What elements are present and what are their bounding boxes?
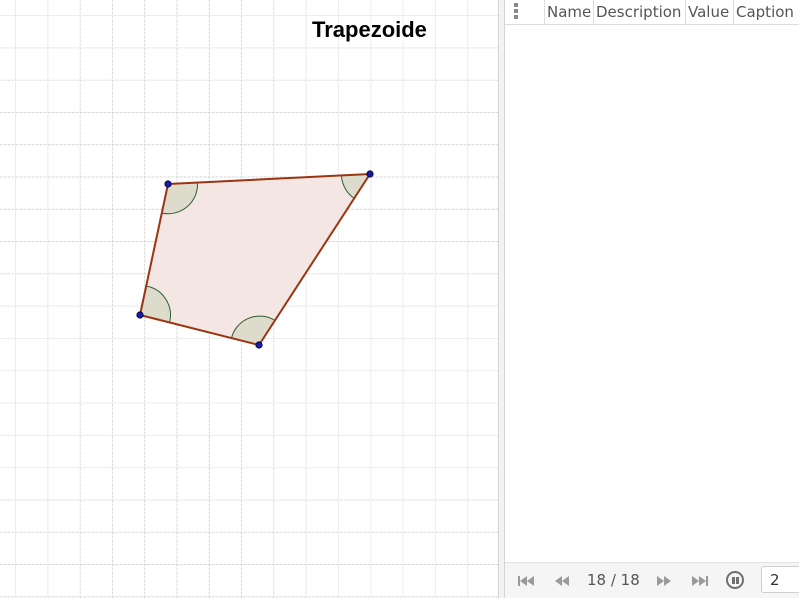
vertex-bottom-right[interactable] xyxy=(255,341,263,349)
column-header-value[interactable]: Value xyxy=(686,0,734,24)
view-splitter[interactable] xyxy=(498,0,505,598)
step-forward-icon[interactable] xyxy=(655,572,673,590)
column-menu-button[interactable] xyxy=(505,0,545,24)
vertex-bottom-left[interactable] xyxy=(136,311,144,319)
skip-start-icon[interactable] xyxy=(517,572,535,590)
vertex-top-left[interactable] xyxy=(164,180,172,188)
drawing-canvas[interactable] xyxy=(0,0,498,598)
speed-input[interactable] xyxy=(761,566,799,593)
skip-end-icon[interactable] xyxy=(691,572,709,590)
algebra-table-header: Name Description Value Caption xyxy=(505,0,799,25)
step-counter: 18 / 18 xyxy=(587,571,640,589)
construction-playbar: 18 / 18 xyxy=(505,562,799,598)
step-back-icon[interactable] xyxy=(553,572,571,590)
graphics-view[interactable]: Trapezoide xyxy=(0,0,498,598)
vertex-top-right[interactable] xyxy=(366,170,374,178)
column-header-caption[interactable]: Caption xyxy=(734,0,799,24)
pause-icon[interactable] xyxy=(726,571,744,589)
column-header-name[interactable]: Name xyxy=(545,0,594,24)
column-header-description[interactable]: Description xyxy=(594,0,686,24)
figure-title: Trapezoide xyxy=(312,17,427,42)
vertical-dots-icon xyxy=(514,3,518,21)
algebra-view: Name Description Value Caption xyxy=(505,0,799,562)
